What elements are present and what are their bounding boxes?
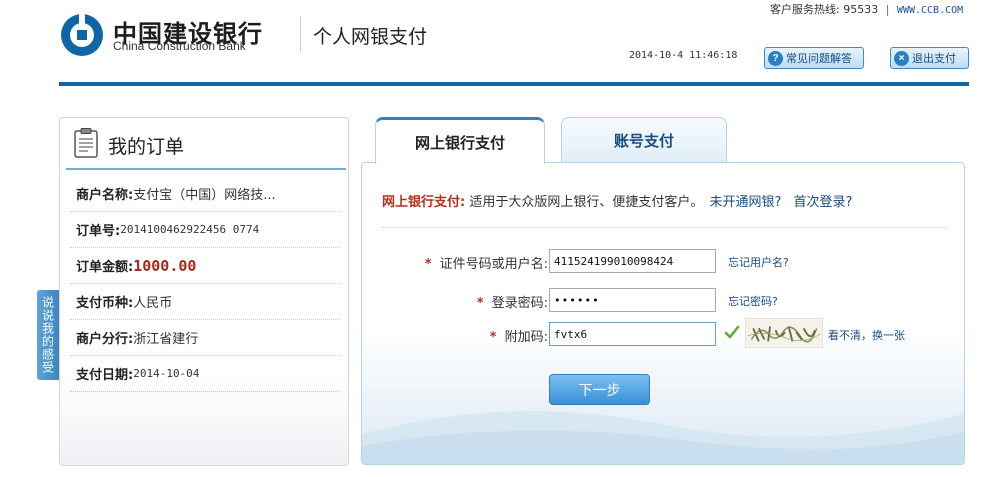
question-icon: ?: [768, 50, 783, 66]
username-row: * 证件号码或用户名: 忘记用户名?: [362, 249, 964, 275]
faq-button[interactable]: ? 常见问题解答: [764, 47, 864, 69]
order-panel-header: 我的订单: [60, 118, 348, 168]
order-label: 订单号:: [76, 224, 121, 239]
forgot-username-link[interactable]: 忘记用户名?: [728, 254, 789, 270]
feedback-tab[interactable]: 说说我的感受: [37, 290, 59, 380]
captcha-image[interactable]: [745, 318, 823, 348]
order-row-currency: 支付币种: 人民币: [70, 284, 340, 320]
exit-payment-button[interactable]: × 退出支付: [890, 47, 969, 69]
username-label-text: 证件号码或用户名:: [439, 257, 548, 272]
merchant-branch: 浙江省建行: [133, 332, 199, 347]
required-mark: *: [424, 257, 432, 272]
refresh-captcha-link[interactable]: 看不清，换一张: [828, 327, 905, 343]
website-link[interactable]: WWW.CCB.COM: [897, 5, 963, 16]
order-label: 商户分行:: [76, 332, 134, 347]
username-label: * 证件号码或用户名:: [425, 253, 548, 272]
order-currency: 人民币: [133, 296, 173, 311]
order-title-underline: [66, 168, 346, 170]
next-step-button[interactable]: 下一步: [549, 374, 650, 405]
service-title: 个人网银支付: [313, 26, 428, 48]
ccb-logo-icon: [61, 13, 103, 56]
faq-button-label: 常见问题解答: [786, 52, 852, 65]
header-rule: [59, 82, 969, 86]
password-label-text: 登录密码:: [491, 296, 548, 311]
intro-text: 适用于大众版网上银行、便捷支付客户。: [469, 195, 704, 210]
order-row-number: 订单号: 2014100462922456 0774: [70, 212, 340, 248]
payment-intro: 网上银行支付: 适用于大众版网上银行、便捷支付客户。 未开通网银? 首次登录?: [382, 191, 852, 210]
order-panel: 我的订单 商户名称: 支付宝（中国）网络技... 订单号: 2014100462…: [59, 117, 349, 466]
exit-button-label: 退出支付: [912, 52, 956, 65]
password-label: * 登录密码:: [477, 292, 548, 311]
order-label: 支付币种:: [76, 296, 134, 311]
order-row-date: 支付日期: 2014-10-04: [70, 356, 340, 392]
required-mark: *: [489, 330, 497, 345]
required-mark: *: [476, 296, 484, 311]
no-ebank-link[interactable]: 未开通网银?: [710, 195, 782, 210]
tab-online-banking[interactable]: 网上银行支付: [375, 117, 545, 164]
order-label: 商户名称:: [76, 188, 134, 203]
intro-title: 网上银行支付:: [382, 195, 466, 210]
clipboard-icon: [74, 128, 98, 158]
panel-wave-decoration: [362, 411, 964, 464]
payment-form-panel: 网上银行支付: 适用于大众版网上银行、便捷支付客户。 未开通网银? 首次登录? …: [361, 162, 965, 465]
service-hotline: 客户服务热线: 95533 | WWW.CCB.COM: [770, 1, 963, 17]
password-input[interactable]: [549, 288, 716, 312]
forgot-password-link[interactable]: 忘记密码?: [728, 293, 778, 309]
order-row-merchant: 商户名称: 支付宝（中国）网络技...: [70, 176, 340, 212]
intro-divider: [382, 227, 948, 228]
hotline-separator: |: [885, 3, 890, 16]
username-input[interactable]: [549, 249, 716, 273]
hotline-text: 客户服务热线: 95533: [770, 3, 879, 16]
captcha-label-text: 附加码:: [504, 330, 548, 345]
password-row: * 登录密码: 忘记密码?: [362, 288, 964, 314]
order-row-branch: 商户分行: 浙江省建行: [70, 320, 340, 356]
payment-date: 2014-10-04: [133, 367, 200, 380]
current-datetime: 2014-10-4 11:46:18: [629, 50, 738, 61]
captcha-label: * 附加码:: [490, 326, 548, 345]
close-icon: ×: [894, 50, 909, 66]
captcha-row: * 附加码: 看不清，换一张: [362, 318, 964, 348]
check-icon: [724, 325, 740, 339]
captcha-input[interactable]: [549, 322, 716, 346]
merchant-name: 支付宝（中国）网络技...: [133, 188, 276, 203]
first-login-link[interactable]: 首次登录?: [794, 195, 853, 210]
order-number: 2014100462922456 0774: [120, 223, 260, 236]
order-row-amount: 订单金额: 1000.00: [70, 248, 340, 284]
bank-name-en: China Construction Bank: [113, 39, 246, 53]
order-label: 支付日期:: [76, 368, 134, 383]
order-title: 我的订单: [108, 136, 185, 158]
order-label: 订单金额:: [76, 260, 134, 275]
header-divider: [300, 16, 301, 52]
tab-account-payment[interactable]: 账号支付: [561, 117, 727, 163]
order-amount: 1000.00: [133, 256, 197, 275]
